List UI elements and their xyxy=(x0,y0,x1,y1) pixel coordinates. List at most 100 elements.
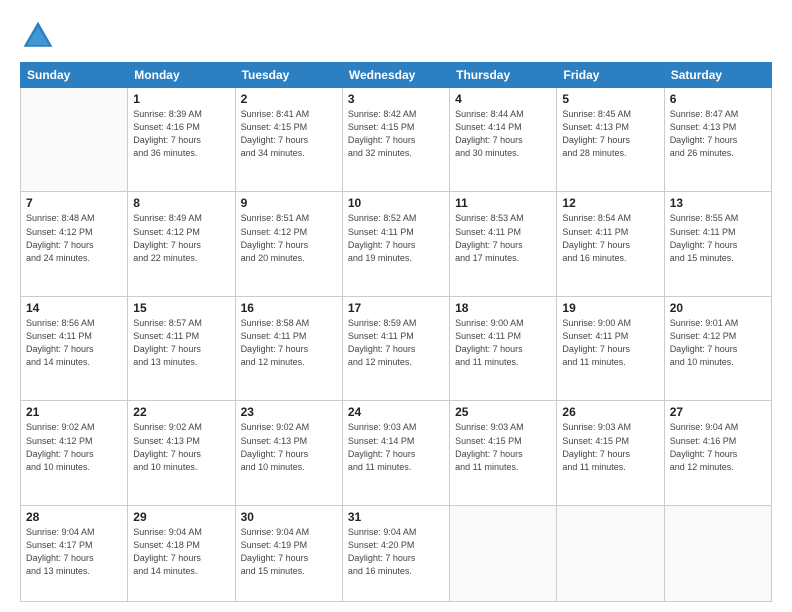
day-number: 13 xyxy=(670,196,766,210)
day-detail: Sunrise: 8:59 AM Sunset: 4:11 PM Dayligh… xyxy=(348,317,444,369)
day-cell: 30 Sunrise: 9:04 AM Sunset: 4:19 PM Dayli… xyxy=(235,505,342,601)
day-cell: 29 Sunrise: 9:04 AM Sunset: 4:18 PM Dayli… xyxy=(128,505,235,601)
day-number: 5 xyxy=(562,92,658,106)
day-detail: Sunrise: 8:53 AM Sunset: 4:11 PM Dayligh… xyxy=(455,212,551,264)
day-detail: Sunrise: 9:03 AM Sunset: 4:15 PM Dayligh… xyxy=(562,421,658,473)
day-cell: 13 Sunrise: 8:55 AM Sunset: 4:11 PM Dayli… xyxy=(664,192,771,296)
day-detail: Sunrise: 8:47 AM Sunset: 4:13 PM Dayligh… xyxy=(670,108,766,160)
day-cell: 2 Sunrise: 8:41 AM Sunset: 4:15 PM Daylig… xyxy=(235,88,342,192)
day-detail: Sunrise: 9:01 AM Sunset: 4:12 PM Dayligh… xyxy=(670,317,766,369)
day-number: 10 xyxy=(348,196,444,210)
day-cell: 20 Sunrise: 9:01 AM Sunset: 4:12 PM Dayli… xyxy=(664,296,771,400)
day-cell: 3Sunrise: 8:42 AM Sunset: 4:15 PM Daylig… xyxy=(342,88,449,192)
day-detail: Sunrise: 8:52 AM Sunset: 4:11 PM Dayligh… xyxy=(348,212,444,264)
day-detail: Sunrise: 8:55 AM Sunset: 4:11 PM Dayligh… xyxy=(670,212,766,264)
week-row-0: 1 Sunrise: 8:39 AM Sunset: 4:16 PM Daylig… xyxy=(21,88,772,192)
day-cell: 23 Sunrise: 9:02 AM Sunset: 4:13 PM Dayli… xyxy=(235,401,342,505)
logo-icon xyxy=(20,18,56,54)
day-number: 24 xyxy=(348,405,444,419)
day-number: 31 xyxy=(348,510,444,524)
day-cell xyxy=(664,505,771,601)
day-cell: 26Sunrise: 9:03 AM Sunset: 4:15 PM Dayli… xyxy=(557,401,664,505)
header-day-saturday: Saturday xyxy=(664,63,771,88)
day-cell: 11 Sunrise: 8:53 AM Sunset: 4:11 PM Dayli… xyxy=(450,192,557,296)
day-detail: Sunrise: 8:57 AM Sunset: 4:11 PM Dayligh… xyxy=(133,317,229,369)
header xyxy=(20,18,772,54)
day-cell: 9 Sunrise: 8:51 AM Sunset: 4:12 PM Daylig… xyxy=(235,192,342,296)
day-number: 27 xyxy=(670,405,766,419)
day-number: 11 xyxy=(455,196,551,210)
day-number: 3 xyxy=(348,92,444,106)
day-number: 20 xyxy=(670,301,766,315)
day-number: 23 xyxy=(241,405,337,419)
day-cell: 16 Sunrise: 8:58 AM Sunset: 4:11 PM Dayli… xyxy=(235,296,342,400)
day-detail: Sunrise: 9:02 AM Sunset: 4:13 PM Dayligh… xyxy=(241,421,337,473)
day-detail: Sunrise: 8:41 AM Sunset: 4:15 PM Dayligh… xyxy=(241,108,337,160)
day-detail: Sunrise: 9:00 AM Sunset: 4:11 PM Dayligh… xyxy=(455,317,551,369)
day-cell: 28Sunrise: 9:04 AM Sunset: 4:17 PM Dayli… xyxy=(21,505,128,601)
day-detail: Sunrise: 8:56 AM Sunset: 4:11 PM Dayligh… xyxy=(26,317,122,369)
header-day-monday: Monday xyxy=(128,63,235,88)
day-number: 2 xyxy=(241,92,337,106)
day-cell: 6 Sunrise: 8:47 AM Sunset: 4:13 PM Daylig… xyxy=(664,88,771,192)
day-cell: 21 Sunrise: 9:02 AM Sunset: 4:12 PM Dayli… xyxy=(21,401,128,505)
day-number: 12 xyxy=(562,196,658,210)
day-number: 29 xyxy=(133,510,229,524)
day-number: 15 xyxy=(133,301,229,315)
day-detail: Sunrise: 8:49 AM Sunset: 4:12 PM Dayligh… xyxy=(133,212,229,264)
week-row-4: 28Sunrise: 9:04 AM Sunset: 4:17 PM Dayli… xyxy=(21,505,772,601)
day-cell: 27 Sunrise: 9:04 AM Sunset: 4:16 PM Dayli… xyxy=(664,401,771,505)
day-detail: Sunrise: 8:39 AM Sunset: 4:16 PM Dayligh… xyxy=(133,108,229,160)
week-row-3: 21 Sunrise: 9:02 AM Sunset: 4:12 PM Dayli… xyxy=(21,401,772,505)
day-cell xyxy=(450,505,557,601)
day-number: 6 xyxy=(670,92,766,106)
header-day-tuesday: Tuesday xyxy=(235,63,342,88)
calendar-table: SundayMondayTuesdayWednesdayThursdayFrid… xyxy=(20,62,772,602)
day-cell xyxy=(557,505,664,601)
day-number: 1 xyxy=(133,92,229,106)
day-cell: 31 Sunrise: 9:04 AM Sunset: 4:20 PM Dayli… xyxy=(342,505,449,601)
logo xyxy=(20,18,60,54)
day-detail: Sunrise: 9:04 AM Sunset: 4:16 PM Dayligh… xyxy=(670,421,766,473)
header-day-wednesday: Wednesday xyxy=(342,63,449,88)
header-day-thursday: Thursday xyxy=(450,63,557,88)
day-cell: 8 Sunrise: 8:49 AM Sunset: 4:12 PM Daylig… xyxy=(128,192,235,296)
day-detail: Sunrise: 8:58 AM Sunset: 4:11 PM Dayligh… xyxy=(241,317,337,369)
day-cell: 10 Sunrise: 8:52 AM Sunset: 4:11 PM Dayli… xyxy=(342,192,449,296)
day-number: 28 xyxy=(26,510,122,524)
header-day-friday: Friday xyxy=(557,63,664,88)
header-row: SundayMondayTuesdayWednesdayThursdayFrid… xyxy=(21,63,772,88)
day-detail: Sunrise: 8:51 AM Sunset: 4:12 PM Dayligh… xyxy=(241,212,337,264)
calendar-body: 1 Sunrise: 8:39 AM Sunset: 4:16 PM Daylig… xyxy=(21,88,772,602)
day-cell: 22 Sunrise: 9:02 AM Sunset: 4:13 PM Dayli… xyxy=(128,401,235,505)
day-detail: Sunrise: 8:54 AM Sunset: 4:11 PM Dayligh… xyxy=(562,212,658,264)
day-cell: 14Sunrise: 8:56 AM Sunset: 4:11 PM Dayli… xyxy=(21,296,128,400)
day-number: 18 xyxy=(455,301,551,315)
day-detail: Sunrise: 9:02 AM Sunset: 4:13 PM Dayligh… xyxy=(133,421,229,473)
page: SundayMondayTuesdayWednesdayThursdayFrid… xyxy=(0,0,792,612)
header-day-sunday: Sunday xyxy=(21,63,128,88)
day-detail: Sunrise: 8:45 AM Sunset: 4:13 PM Dayligh… xyxy=(562,108,658,160)
day-number: 25 xyxy=(455,405,551,419)
day-detail: Sunrise: 9:02 AM Sunset: 4:12 PM Dayligh… xyxy=(26,421,122,473)
day-number: 9 xyxy=(241,196,337,210)
day-number: 22 xyxy=(133,405,229,419)
day-detail: Sunrise: 9:04 AM Sunset: 4:18 PM Dayligh… xyxy=(133,526,229,578)
day-number: 16 xyxy=(241,301,337,315)
calendar-header: SundayMondayTuesdayWednesdayThursdayFrid… xyxy=(21,63,772,88)
day-cell: 18 Sunrise: 9:00 AM Sunset: 4:11 PM Dayli… xyxy=(450,296,557,400)
day-cell: 19Sunrise: 9:00 AM Sunset: 4:11 PM Dayli… xyxy=(557,296,664,400)
day-cell xyxy=(21,88,128,192)
day-cell: 24Sunrise: 9:03 AM Sunset: 4:14 PM Dayli… xyxy=(342,401,449,505)
day-cell: 5 Sunrise: 8:45 AM Sunset: 4:13 PM Daylig… xyxy=(557,88,664,192)
day-detail: Sunrise: 8:44 AM Sunset: 4:14 PM Dayligh… xyxy=(455,108,551,160)
day-detail: Sunrise: 9:04 AM Sunset: 4:19 PM Dayligh… xyxy=(241,526,337,578)
day-number: 4 xyxy=(455,92,551,106)
day-number: 19 xyxy=(562,301,658,315)
day-number: 30 xyxy=(241,510,337,524)
day-detail: Sunrise: 8:48 AM Sunset: 4:12 PM Dayligh… xyxy=(26,212,122,264)
day-detail: Sunrise: 9:04 AM Sunset: 4:20 PM Dayligh… xyxy=(348,526,444,578)
day-number: 8 xyxy=(133,196,229,210)
day-cell: 12 Sunrise: 8:54 AM Sunset: 4:11 PM Dayli… xyxy=(557,192,664,296)
day-number: 21 xyxy=(26,405,122,419)
